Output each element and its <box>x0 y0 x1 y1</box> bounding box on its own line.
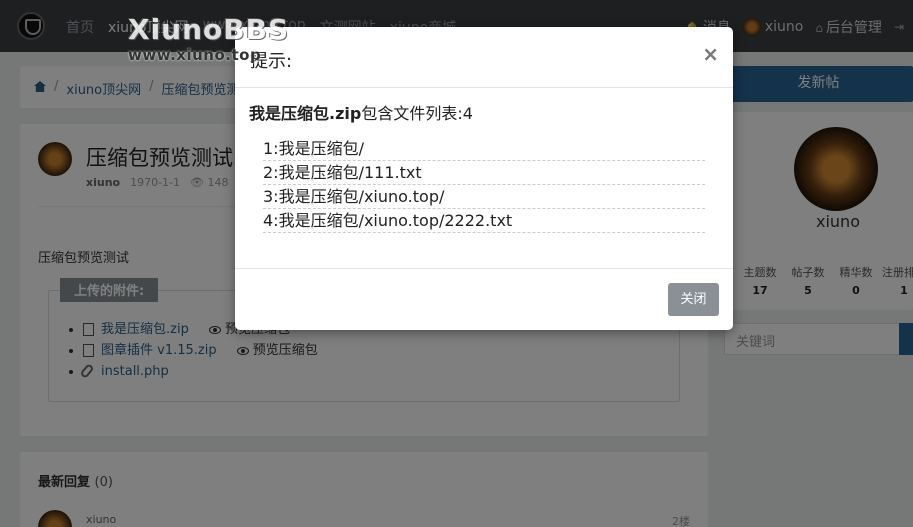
list-item: 2:我是压缩包/111.txt <box>263 161 705 185</box>
zip-file-count: 4 <box>462 104 473 123</box>
zip-preview-modal: 提示: × 我是压缩包.zip包含文件列表:4 1:我是压缩包/ 2:我是压缩包… <box>235 27 733 330</box>
list-item: 4:我是压缩包/xiuno.top/2222.txt <box>263 209 705 233</box>
close-button[interactable]: 关闭 <box>668 283 719 316</box>
zip-name: 我是压缩包.zip <box>249 104 362 123</box>
list-item: 3:我是压缩包/xiuno.top/ <box>263 185 705 209</box>
close-icon[interactable]: × <box>702 42 719 66</box>
zip-list-label: 包含文件列表: <box>361 104 463 123</box>
modal-title: 提示: <box>250 51 293 72</box>
modal-footer: 关闭 <box>235 268 733 330</box>
list-item: 1:我是压缩包/ <box>263 137 705 161</box>
zip-summary: 我是压缩包.zip包含文件列表:4 <box>249 100 719 124</box>
modal-body: 我是压缩包.zip包含文件列表:4 1:我是压缩包/ 2:我是压缩包/111.t… <box>249 100 719 233</box>
modal-header: 提示: × <box>235 27 733 88</box>
zip-file-list: 1:我是压缩包/ 2:我是压缩包/111.txt 3:我是压缩包/xiuno.t… <box>263 137 705 233</box>
